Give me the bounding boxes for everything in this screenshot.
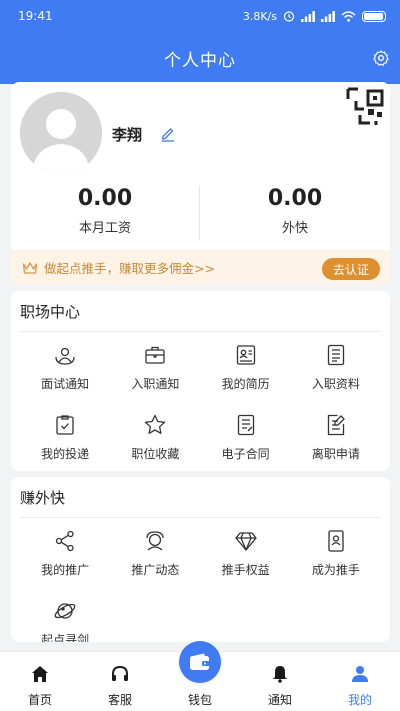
signal-icon — [301, 10, 315, 22]
signal-icon-2 — [321, 10, 335, 22]
battery-icon — [362, 10, 386, 22]
grid-item-become-promoter[interactable]: 成为推手 — [291, 521, 381, 591]
grid-item-label: 起点寻剑 — [41, 633, 90, 642]
extra-income-grid: 我的推广 推广动态 推手权益 成为推手 起点寻剑 — [20, 521, 381, 642]
divider — [20, 517, 381, 518]
workplace-grid: 面试通知 入职通知 我的简历 入职资料 我的投递 职位收藏 电子合同 离职申请 — [20, 335, 381, 475]
profile-card: 李翔 0.00 本月工资 0.00 外快 做起点推手，赚取更多佣金>> 去认证 — [11, 82, 390, 285]
section-title: 职场中心 — [20, 303, 81, 321]
title-bar: 个人中心 — [0, 32, 400, 84]
grid-item-resume[interactable]: 我的简历 — [201, 335, 291, 405]
grid-item-onboard-docs[interactable]: 入职资料 — [291, 335, 381, 405]
tab-customer-service[interactable]: 客服 — [80, 652, 160, 711]
grid-item-label: 我的简历 — [221, 377, 270, 391]
grid-item-my-promotion[interactable]: 我的推广 — [20, 521, 110, 591]
grid-item-label: 推手权益 — [221, 563, 270, 577]
user-icon — [352, 666, 368, 682]
grid-item-label: 职位收藏 — [131, 447, 180, 461]
contract-icon — [237, 414, 254, 436]
status-time: 19:41 — [18, 9, 53, 23]
extra-income-section: 赚外快 我的推广 推广动态 推手权益 成为推手 起点寻剑 — [11, 477, 390, 642]
section-title: 赚外快 — [20, 489, 66, 507]
grid-item-benefits[interactable]: 推手权益 — [201, 521, 291, 591]
grid-item-favorites[interactable]: 职位收藏 — [110, 405, 200, 475]
grid-item-label: 推广动态 — [131, 563, 180, 577]
grid-item-label: 我的推广 — [41, 563, 90, 577]
default-avatar-icon — [20, 92, 102, 174]
grid-item-promotion-news[interactable]: 推广动态 — [110, 521, 200, 591]
tab-notifications[interactable]: 通知 — [240, 652, 320, 711]
grid-item-label: 离职申请 — [311, 447, 360, 461]
stat-divider — [199, 186, 200, 240]
tab-label: 客服 — [107, 693, 132, 707]
wifi-icon — [341, 10, 356, 22]
resume-icon — [236, 345, 255, 365]
qr-code-icon[interactable] — [346, 87, 386, 127]
avatar[interactable] — [20, 92, 102, 174]
grid-item-qidian-xunjian[interactable]: 起点寻剑 — [20, 591, 110, 642]
tab-label: 钱包 — [187, 693, 212, 707]
status-bar: 19:41 3.8K/s — [0, 0, 400, 32]
tab-label: 首页 — [27, 693, 52, 707]
edit-icon[interactable] — [159, 124, 177, 142]
side-income-label: 外快 — [281, 221, 308, 236]
grid-item-onboard-notice[interactable]: 入职通知 — [110, 335, 200, 405]
side-income-stat[interactable]: 0.00 外快 — [201, 186, 389, 236]
grid-item-applications[interactable]: 我的投递 — [20, 405, 110, 475]
status-indicators: 3.8K/s — [243, 10, 386, 23]
phone-user-icon — [328, 530, 344, 552]
workplace-section: 职场中心 面试通知 入职通知 我的简历 入职资料 我的投递 职位收藏 电子合同 … — [11, 291, 390, 471]
diamond-icon — [234, 532, 257, 551]
alarm-icon — [283, 11, 295, 22]
crown-icon — [22, 261, 38, 274]
divider — [20, 331, 381, 332]
side-income-value: 0.00 — [267, 186, 323, 211]
settings-icon[interactable] — [372, 49, 390, 67]
home-icon — [32, 666, 48, 682]
headset-icon — [112, 665, 128, 681]
briefcase-icon — [145, 346, 166, 364]
salary-value: 0.00 — [77, 186, 133, 211]
grid-item-contract[interactable]: 电子合同 — [201, 405, 291, 475]
user-name: 李翔 — [112, 126, 143, 144]
tab-mine[interactable]: 我的 — [320, 652, 400, 711]
dynamic-icon — [146, 531, 165, 551]
tab-label: 我的 — [347, 693, 372, 707]
star-icon — [145, 414, 166, 434]
wallet-button[interactable] — [179, 641, 221, 683]
grid-item-label: 入职资料 — [311, 377, 360, 391]
delivery-icon — [56, 415, 74, 435]
bell-icon — [273, 666, 287, 683]
promo-banner[interactable]: 做起点推手，赚取更多佣金>> 去认证 — [11, 250, 390, 285]
grid-item-label: 电子合同 — [221, 447, 270, 461]
grid-item-interview[interactable]: 面试通知 — [20, 335, 110, 405]
grid-item-label: 我的投递 — [41, 447, 90, 461]
document-icon — [327, 344, 345, 366]
tab-label: 通知 — [267, 693, 292, 707]
resign-icon — [327, 414, 345, 436]
page-title: 个人中心 — [164, 50, 236, 71]
grid-item-resign[interactable]: 离职申请 — [291, 405, 381, 475]
share-icon — [55, 530, 74, 552]
grid-item-label: 成为推手 — [311, 563, 360, 577]
salary-stat[interactable]: 0.00 本月工资 — [11, 186, 199, 236]
promo-text: 做起点推手，赚取更多佣金>> — [44, 261, 215, 276]
salary-label: 本月工资 — [78, 221, 131, 236]
interview-icon — [55, 347, 75, 365]
planet-icon — [54, 603, 76, 619]
tab-home[interactable]: 首页 — [0, 652, 80, 711]
grid-item-label: 入职通知 — [131, 377, 180, 391]
wallet-icon — [190, 653, 210, 670]
grid-item-label: 面试通知 — [41, 377, 90, 391]
network-speed: 3.8K/s — [242, 9, 277, 23]
verify-button[interactable]: 去认证 — [322, 258, 380, 280]
